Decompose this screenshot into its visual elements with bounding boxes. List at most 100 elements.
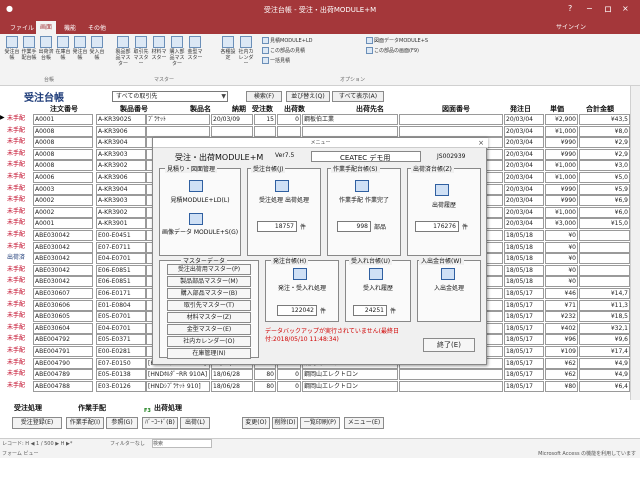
row-product-no[interactable]: A-KR3904: [96, 183, 146, 195]
row-order-date[interactable]: 20/03/04: [504, 137, 544, 149]
row-order-no[interactable]: A0008: [33, 148, 93, 160]
row-order-date[interactable]: 20/03/04: [504, 114, 544, 125]
estimate-module-button[interactable]: 見積MODULE+LD(L): [161, 195, 239, 204]
row-drawing-no[interactable]: [399, 114, 503, 125]
row-status[interactable]: 未手配: [6, 137, 32, 149]
partner-filter-select[interactable]: すべての取引先 ▼: [112, 91, 228, 102]
row-order-date[interactable]: 20/03/04: [504, 160, 544, 172]
row-order-date[interactable]: 18/05/18: [504, 253, 544, 265]
row-qty[interactable]: 15: [254, 114, 276, 125]
ship-button[interactable]: 出荷(L): [180, 417, 210, 429]
row-order-no[interactable]: A0002: [33, 195, 93, 207]
work-arrange-button[interactable]: 作業手配(I): [66, 417, 104, 429]
row-unit-price[interactable]: ¥0: [545, 264, 578, 276]
master-material-button[interactable]: 材料マスター(Z): [167, 312, 251, 323]
table-row[interactable]: 未手配 A0001 A-KR3902S ﾌﾞﾗｹｯﾄ 20/03/09 15 0 鋼板伯工業 2…: [6, 114, 630, 125]
row-order-no[interactable]: ABE004792: [33, 334, 93, 346]
row-shipped-qty[interactable]: 0: [277, 369, 301, 381]
row-order-date[interactable]: 18/05/17: [504, 369, 544, 381]
close-icon[interactable]: ×: [622, 4, 629, 13]
table-row[interactable]: 未手配 A0008 A-KR3906 20/03/04 ¥1,000 ¥8,0: [6, 125, 630, 137]
record-search-input[interactable]: 検索: [152, 439, 212, 448]
reference-button[interactable]: 参照(G): [106, 417, 138, 429]
row-unit-price[interactable]: ¥1,000: [545, 160, 578, 172]
row-product-no[interactable]: E01-E0804: [96, 299, 146, 311]
row-shipped-qty[interactable]: 0: [277, 380, 301, 392]
row-order-date[interactable]: 18/05/17: [504, 346, 544, 357]
row-status[interactable]: 未手配: [6, 357, 32, 369]
row-product-no[interactable]: A-KR3902S: [96, 114, 146, 125]
tab-screen[interactable]: 画面: [36, 21, 57, 34]
row-total[interactable]: ¥17,4: [579, 346, 630, 357]
row-unit-price[interactable]: ¥0: [545, 241, 578, 253]
row-order-no[interactable]: ABE030042: [33, 276, 93, 288]
row-status[interactable]: 未手配: [6, 195, 32, 207]
row-destination[interactable]: [302, 125, 398, 137]
row-product-no[interactable]: A-KR3904: [96, 137, 146, 149]
row-unit-price[interactable]: ¥1,000: [545, 172, 578, 183]
row-product-no[interactable]: E03-E0126: [96, 380, 146, 392]
row-total[interactable]: ¥8,0: [579, 125, 630, 137]
delete-button[interactable]: 削除(D): [272, 417, 298, 429]
row-order-date[interactable]: 18/05/18: [504, 276, 544, 288]
row-total[interactable]: ¥6,9: [579, 195, 630, 207]
row-total[interactable]: ¥14,7: [579, 288, 630, 299]
table-row[interactable]: 未手配 ABE004789 E05-E0138 [HNDﾎﾙﾀﾞｰRR 910A] 18…: [6, 369, 630, 381]
row-product-no[interactable]: E07-E0150: [96, 357, 146, 369]
table-row[interactable]: 未手配 ABE004788 E03-E0126 [HNDｼﾌﾞﾗｹｯﾄ 910] 18/…: [6, 380, 630, 392]
row-product-no[interactable]: E06-E0171: [96, 288, 146, 299]
calendar-button[interactable]: 社内カレンダー: [238, 36, 254, 67]
row-due-date[interactable]: [211, 125, 253, 137]
row-drawing-no[interactable]: [399, 380, 503, 392]
row-status[interactable]: 未手配: [6, 114, 32, 125]
row-order-no[interactable]: A0001: [33, 114, 93, 125]
row-order-date[interactable]: 20/03/04: [504, 125, 544, 137]
row-total[interactable]: ¥5,0: [579, 172, 630, 183]
row-order-no[interactable]: ABE030042: [33, 264, 93, 276]
print-list-button[interactable]: 一覧印刷(P): [300, 417, 340, 429]
row-status[interactable]: 未手配: [6, 346, 32, 357]
row-product-no[interactable]: E05-E0138: [96, 369, 146, 381]
ledger-work-button[interactable]: 作業手配台帳: [21, 36, 37, 61]
row-order-date[interactable]: 20/03/04: [504, 172, 544, 183]
ledger-order-button[interactable]: 受注台帳: [4, 36, 20, 61]
row-total[interactable]: ¥4,9: [579, 369, 630, 381]
tab-function[interactable]: 機能: [60, 22, 80, 33]
menu-button[interactable]: メニュー(E): [344, 417, 384, 429]
row-product-no[interactable]: A-KR3902: [96, 160, 146, 172]
row-total[interactable]: ¥5,9: [579, 183, 630, 195]
row-unit-price[interactable]: ¥3,000: [545, 218, 578, 230]
change-button[interactable]: 変更(O): [242, 417, 270, 429]
row-total[interactable]: [579, 276, 630, 288]
row-total[interactable]: ¥43,5: [579, 114, 630, 125]
row-unit-price[interactable]: ¥0: [545, 230, 578, 241]
maximize-icon[interactable]: ロ: [604, 4, 612, 15]
row-order-no[interactable]: ABE030607: [33, 288, 93, 299]
estimate-module-icon[interactable]: [189, 180, 203, 192]
row-product-no[interactable]: E05-E0701: [96, 311, 146, 323]
row-total[interactable]: ¥18,5: [579, 311, 630, 323]
row-unit-price[interactable]: ¥0: [545, 276, 578, 288]
row-destination[interactable]: 鋼岡山エレクトロン: [302, 369, 398, 381]
row-product-name[interactable]: [HNDﾎﾙﾀﾞｰRR 910A]: [146, 369, 210, 381]
receive-history-icon[interactable]: [369, 268, 383, 280]
row-order-no[interactable]: ABE030604: [33, 322, 93, 334]
row-drawing-no[interactable]: [399, 369, 503, 381]
vertical-scrollbar[interactable]: [630, 86, 640, 434]
row-order-no[interactable]: A0006: [33, 172, 93, 183]
row-total[interactable]: ¥11,3: [579, 299, 630, 311]
row-status[interactable]: 未手配: [6, 218, 32, 230]
row-qty[interactable]: 80: [254, 380, 276, 392]
row-order-no[interactable]: A0008: [33, 160, 93, 172]
master-material-button[interactable]: 材料マスター: [151, 36, 167, 61]
row-unit-price[interactable]: ¥1,000: [545, 125, 578, 137]
row-status[interactable]: 未手配: [6, 172, 32, 183]
row-product-no[interactable]: E04-E0701: [96, 322, 146, 334]
row-total[interactable]: ¥4,9: [579, 357, 630, 369]
row-order-date[interactable]: 18/05/18: [504, 230, 544, 241]
row-total[interactable]: ¥3,0: [579, 160, 630, 172]
row-product-no[interactable]: A-KR3903: [96, 195, 146, 207]
master-partner-button[interactable]: 取引先マスター: [133, 36, 149, 67]
row-status[interactable]: 未手配: [6, 322, 32, 334]
master-purchased-button[interactable]: 購入部品マスター: [169, 36, 185, 67]
